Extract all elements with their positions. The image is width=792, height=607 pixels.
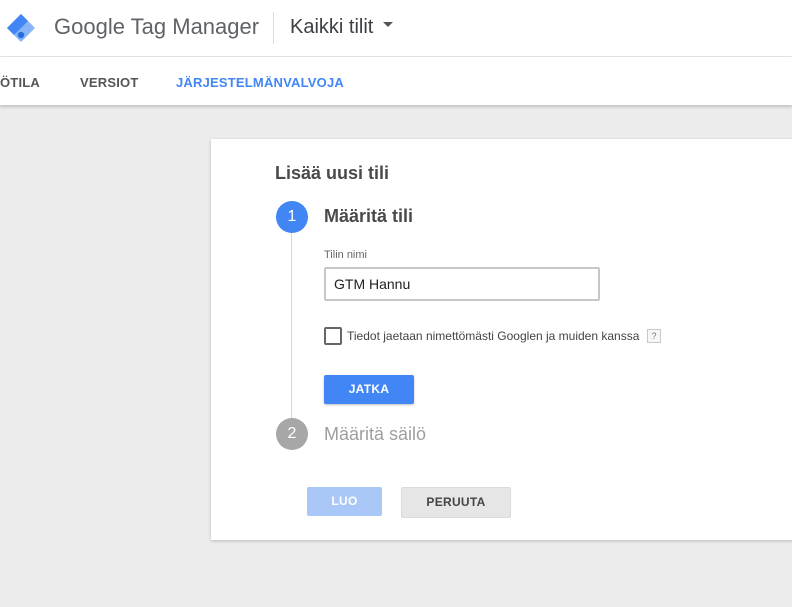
- caret-down-icon: [383, 22, 394, 28]
- step-2-title: Määritä säilö: [324, 424, 427, 444]
- continue-button[interactable]: JATKA: [324, 375, 414, 404]
- top-app-bar: Google Tag Manager Kaikki tilit: [0, 0, 792, 57]
- step-2-indicator: 2: [276, 418, 308, 450]
- share-data-label: Tiedot jaetaan nimettömästi Googlen ja m…: [347, 329, 640, 343]
- create-button[interactable]: LUO: [307, 487, 382, 516]
- cancel-button[interactable]: PERUUTA: [401, 487, 511, 518]
- account-selector[interactable]: Kaikki tilit: [290, 16, 394, 39]
- step-1-indicator: 1: [276, 201, 308, 233]
- page-title: Lisää uusi tili: [275, 163, 390, 183]
- step-1-title: Määritä tili: [324, 206, 414, 226]
- tag-manager-logo-icon[interactable]: [6, 13, 36, 43]
- add-account-card: Lisää uusi tili 1 Määritä tili Tilin nim…: [211, 139, 792, 540]
- header-divider: [273, 12, 274, 44]
- account-name-input[interactable]: [324, 267, 600, 301]
- share-data-checkbox[interactable]: [324, 327, 342, 345]
- account-name-label: Tilin nimi: [324, 249, 367, 261]
- tab-bar: ÖTILA VERSIOT JÄRJESTELMÄNVALVOJA: [0, 57, 792, 105]
- product-name: Google Tag Manager: [54, 14, 260, 39]
- tab-versions[interactable]: VERSIOT: [80, 75, 138, 90]
- stepper-connector-line: [291, 233, 292, 418]
- tab-workspace[interactable]: ÖTILA: [0, 75, 40, 90]
- tab-admin[interactable]: JÄRJESTELMÄNVALVOJA: [176, 75, 344, 90]
- account-selector-label: Kaikki tilit: [290, 16, 374, 38]
- help-icon[interactable]: ?: [647, 329, 661, 343]
